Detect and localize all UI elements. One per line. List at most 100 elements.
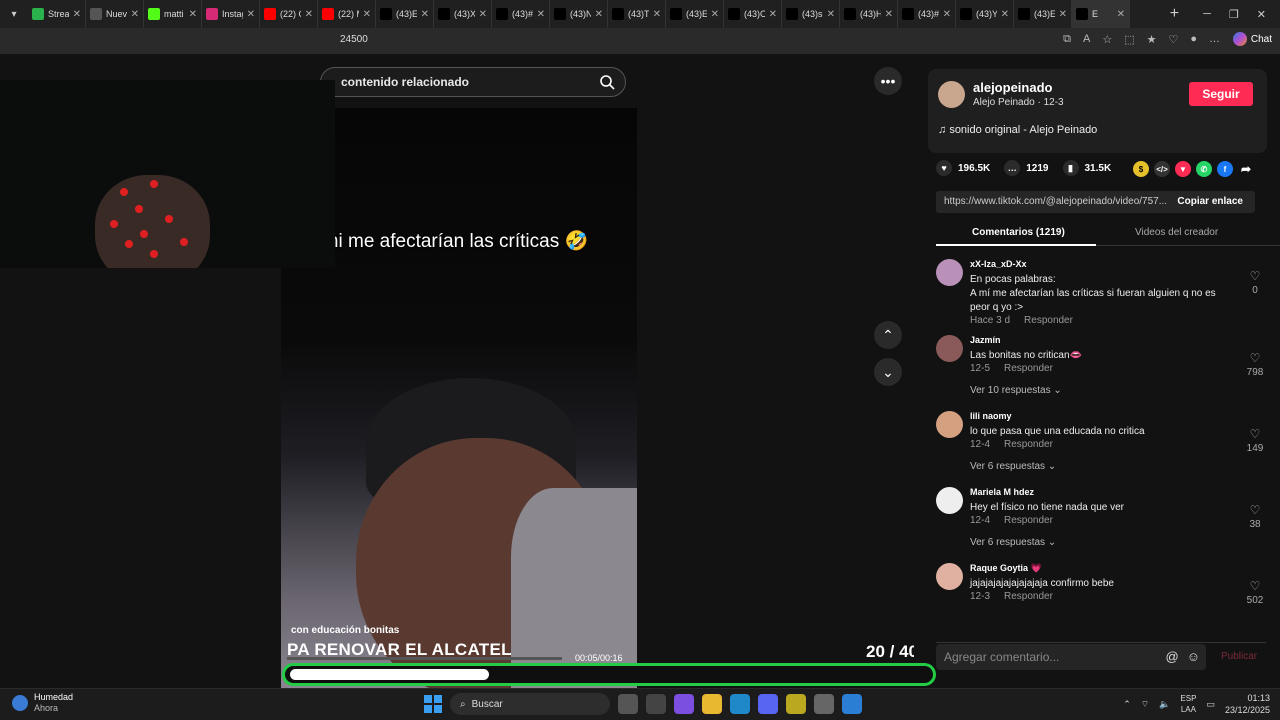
taskbar-search[interactable]: ⌕ Buscar bbox=[450, 693, 610, 715]
reply-button[interactable]: Responder bbox=[1004, 363, 1053, 374]
publish-button[interactable]: Publicar bbox=[1221, 651, 1257, 662]
commenter-name[interactable]: xX-Iza_xD-Xx bbox=[970, 259, 1027, 269]
next-video-button[interactable]: ⌄ bbox=[874, 358, 902, 386]
file-explorer-icon[interactable] bbox=[702, 694, 722, 714]
speaker-icon[interactable]: 🔈 bbox=[1159, 699, 1170, 710]
task-view-icon[interactable] bbox=[618, 694, 638, 714]
tab-close-icon[interactable]: ✕ bbox=[131, 9, 139, 20]
commenter-avatar[interactable] bbox=[936, 563, 963, 590]
commenter-avatar[interactable] bbox=[936, 487, 963, 514]
like-stat[interactable]: ♥ 196.5K bbox=[936, 160, 990, 176]
tab-close-icon[interactable]: ✕ bbox=[943, 9, 951, 20]
more-options-button[interactable]: ••• bbox=[874, 67, 902, 95]
browser-tab[interactable]: Nueva ✕ bbox=[86, 0, 144, 28]
browser-tab[interactable]: (43)s ✕ bbox=[782, 0, 840, 28]
tab-close-icon[interactable]: ✕ bbox=[1001, 9, 1009, 20]
tab-close-icon[interactable]: ✕ bbox=[653, 9, 661, 20]
translate-icon[interactable]: A bbox=[1083, 33, 1090, 46]
share-arrow-icon[interactable]: ➦ bbox=[1238, 161, 1254, 177]
view-replies-button[interactable]: Ver 6 respuestas ⌄ bbox=[970, 461, 1056, 472]
address-url[interactable]: 24500 bbox=[340, 34, 368, 45]
tab-actions-menu[interactable]: ▾ bbox=[0, 0, 28, 28]
favorites-bar-icon[interactable]: ★ bbox=[1147, 33, 1157, 46]
commenter-avatar[interactable] bbox=[936, 335, 963, 362]
language-indicator[interactable]: ESP LAA bbox=[1180, 693, 1196, 715]
browser-tab[interactable]: (43)E ✕ bbox=[666, 0, 724, 28]
edge-icon[interactable] bbox=[730, 694, 750, 714]
browser-tab[interactable]: (22) C ✕ bbox=[260, 0, 318, 28]
previous-video-button[interactable]: ⌃ bbox=[874, 321, 902, 349]
tab-close-icon[interactable]: ✕ bbox=[711, 9, 719, 20]
tab-close-icon[interactable]: ✕ bbox=[1117, 9, 1125, 20]
obs-icon[interactable] bbox=[814, 694, 834, 714]
restore-icon[interactable]: ❐ bbox=[1229, 8, 1239, 21]
wifi-icon[interactable]: ⌔ bbox=[1141, 699, 1149, 710]
emoji-icon[interactable]: ☺ bbox=[1187, 649, 1200, 664]
browser-tab[interactable]: matti ✕ bbox=[144, 0, 202, 28]
tab-close-icon[interactable]: ✕ bbox=[885, 9, 893, 20]
comment-like[interactable]: ♡ 798 bbox=[1244, 351, 1266, 378]
creator-avatar[interactable] bbox=[938, 81, 965, 108]
browser-tab[interactable]: (43)X ✕ bbox=[434, 0, 492, 28]
tab-close-icon[interactable]: ✕ bbox=[769, 9, 777, 20]
coin-icon[interactable]: $ bbox=[1133, 161, 1149, 177]
related-search-input[interactable]: contenido relacionado bbox=[320, 67, 626, 97]
embed-icon[interactable]: </> bbox=[1154, 161, 1170, 177]
browser-tab[interactable]: E ✕ bbox=[1072, 0, 1130, 28]
commenter-name[interactable]: Mariela M hdez bbox=[970, 487, 1034, 497]
clock[interactable]: 01:13 23/12/2025 bbox=[1225, 692, 1270, 716]
open-app-icon[interactable]: ⧉ bbox=[1063, 33, 1071, 46]
tab-creator-videos[interactable]: Videos del creador bbox=[1135, 227, 1218, 238]
health-icon[interactable]: ♡ bbox=[1168, 33, 1178, 46]
browser-tab[interactable]: (22) M ✕ bbox=[318, 0, 376, 28]
comment-like[interactable]: ♡ 38 bbox=[1244, 503, 1266, 530]
windows-start-icon[interactable] bbox=[424, 695, 442, 713]
close-window-icon[interactable]: ✕ bbox=[1257, 8, 1266, 21]
tab-close-icon[interactable]: ✕ bbox=[1059, 9, 1067, 20]
minimize-icon[interactable]: ─ bbox=[1203, 8, 1211, 21]
comment-stat[interactable]: … 1219 bbox=[1004, 160, 1049, 176]
reply-button[interactable]: Responder bbox=[1024, 315, 1073, 326]
tab-close-icon[interactable]: ✕ bbox=[421, 9, 429, 20]
video-seek-bar[interactable] bbox=[287, 657, 562, 660]
discord-icon[interactable] bbox=[758, 694, 778, 714]
browser-tab[interactable]: (43)H ✕ bbox=[840, 0, 898, 28]
weather-widget[interactable]: Humedad Ahora bbox=[12, 692, 73, 714]
browser-tab[interactable]: (43)N ✕ bbox=[550, 0, 608, 28]
tab-close-icon[interactable]: ✕ bbox=[189, 9, 197, 20]
browser-tab[interactable]: (43)# ✕ bbox=[492, 0, 550, 28]
photos-icon[interactable] bbox=[842, 694, 862, 714]
share-link-url[interactable]: https://www.tiktok.com/@alejopeinado/vid… bbox=[944, 196, 1169, 207]
new-tab-button[interactable]: + bbox=[1160, 5, 1189, 23]
view-replies-button[interactable]: Ver 6 respuestas ⌄ bbox=[970, 537, 1056, 548]
mention-icon[interactable]: @ bbox=[1166, 649, 1179, 664]
browser-tab[interactable]: Instag ✕ bbox=[202, 0, 260, 28]
facebook-icon[interactable]: f bbox=[1217, 161, 1233, 177]
app-icon[interactable] bbox=[786, 694, 806, 714]
copilot-app-icon[interactable] bbox=[674, 694, 694, 714]
browser-tab[interactable]: (43)# ✕ bbox=[898, 0, 956, 28]
network-icon[interactable]: ▭ bbox=[1206, 699, 1215, 710]
send-icon[interactable]: ▼ bbox=[1175, 161, 1191, 177]
commenter-avatar[interactable] bbox=[936, 259, 963, 286]
tab-close-icon[interactable]: ✕ bbox=[73, 9, 81, 20]
whatsapp-icon[interactable]: ✆ bbox=[1196, 161, 1212, 177]
tab-close-icon[interactable]: ✕ bbox=[827, 9, 835, 20]
extensions-icon[interactable]: ⬚ bbox=[1124, 33, 1134, 46]
comment-like[interactable]: ♡ 149 bbox=[1244, 427, 1266, 454]
favorite-icon[interactable]: ☆ bbox=[1102, 33, 1112, 46]
copy-link-button[interactable]: Copiar enlace bbox=[1177, 196, 1243, 207]
save-stat[interactable]: ▮ 31.5K bbox=[1062, 160, 1111, 176]
comment-like[interactable]: ♡ 502 bbox=[1244, 579, 1266, 606]
commenter-name[interactable]: lili naomy bbox=[970, 411, 1012, 421]
browser-tab[interactable]: (43)C ✕ bbox=[724, 0, 782, 28]
copilot-chat-button[interactable]: Chat bbox=[1232, 32, 1272, 46]
reply-button[interactable]: Responder bbox=[1004, 515, 1053, 526]
search-icon[interactable] bbox=[599, 74, 615, 90]
tray-chevron-icon[interactable]: ⌃ bbox=[1123, 699, 1131, 710]
music-info[interactable]: ♫ sonido original - Alejo Peinado bbox=[938, 124, 1097, 136]
address-bar[interactable]: 24500 ⧉ A ☆ ⬚ ★ ♡ ● … Chat bbox=[0, 28, 1280, 54]
comment-input[interactable]: Agregar comentario... @ ☺ bbox=[936, 644, 1206, 670]
browser-tab[interactable]: (43)Ti ✕ bbox=[608, 0, 666, 28]
browser-tab[interactable]: (43)E ✕ bbox=[376, 0, 434, 28]
